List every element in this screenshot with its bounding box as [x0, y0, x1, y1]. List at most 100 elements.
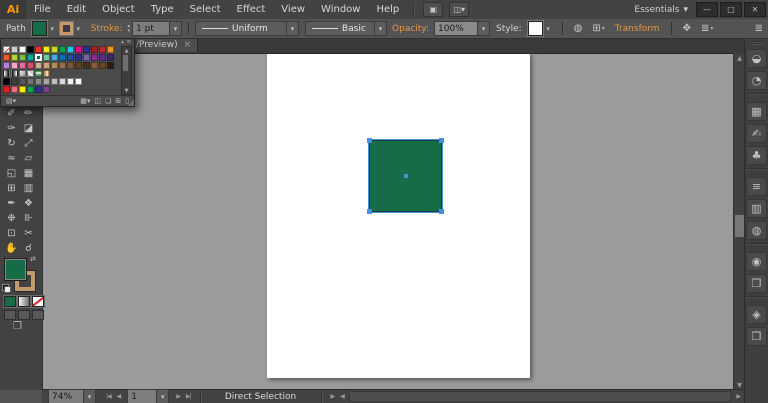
stroke-color-caret-icon[interactable]: ▾ — [74, 22, 83, 35]
color-panel-icon[interactable]: ◒ — [746, 49, 767, 68]
swatch[interactable] — [43, 54, 50, 61]
swatch[interactable] — [67, 54, 74, 61]
stroke-color-swatch[interactable] — [60, 22, 73, 35]
symbols-panel-icon[interactable]: ♣ — [746, 146, 767, 165]
swatch[interactable] — [3, 70, 10, 77]
swatch[interactable] — [3, 46, 10, 53]
swatch[interactable] — [35, 62, 42, 69]
pencil-tool[interactable]: ✏ — [20, 106, 37, 121]
swatch[interactable] — [59, 54, 66, 61]
swatch[interactable] — [75, 54, 82, 61]
default-fill-stroke-icon[interactable] — [2, 284, 11, 293]
gradient-tool[interactable]: ▥ — [20, 181, 37, 196]
swatch[interactable] — [99, 54, 106, 61]
gradient-panel-icon[interactable]: ▥ — [746, 199, 767, 218]
close-button[interactable]: ✕ — [744, 2, 766, 17]
opacity-caret-icon[interactable]: ▾ — [478, 21, 490, 36]
swatch[interactable] — [27, 46, 34, 53]
menu-help[interactable]: Help — [368, 0, 407, 19]
scroll-up-icon[interactable]: ▲ — [122, 47, 131, 54]
arrange-documents-icon[interactable]: ◫▾ — [449, 2, 469, 17]
selection-handle-bottom-left[interactable] — [367, 209, 372, 214]
control-panel-menu-icon[interactable]: ≣ — [755, 23, 763, 34]
hand-tool[interactable]: ✋ — [3, 241, 20, 256]
panel-menu-icon[interactable]: ≡ — [127, 39, 131, 45]
swatch[interactable] — [91, 46, 98, 53]
gradient-button[interactable] — [18, 296, 30, 307]
scroll-down-icon[interactable]: ▼ — [122, 87, 131, 94]
rotate-tool[interactable]: ↻ — [3, 136, 20, 151]
swatch[interactable] — [27, 70, 34, 77]
free-transform-tool[interactable]: ▱ — [20, 151, 37, 166]
swatch[interactable] — [107, 46, 114, 53]
swatch[interactable] — [83, 62, 90, 69]
bridge-icon[interactable]: ▣ — [423, 2, 443, 17]
transparency-panel-icon[interactable]: ◍ — [746, 221, 767, 240]
swatch[interactable] — [11, 70, 18, 77]
stroke-weight-field[interactable]: 1 pt — [132, 21, 170, 36]
swatch[interactable] — [59, 78, 66, 85]
color-guide-panel-icon[interactable]: ◔ — [746, 71, 767, 90]
width-profile-dropdown[interactable]: Uniform — [195, 21, 287, 36]
swatch-kinds-button[interactable]: ▦▾ — [78, 97, 92, 105]
artboard-number-field[interactable]: 1 — [127, 389, 157, 403]
stroke-weight-caret-icon[interactable]: ▾ — [170, 21, 182, 36]
maximize-button[interactable]: □ — [720, 2, 742, 17]
artboards-panel-icon[interactable]: ❐ — [746, 327, 767, 346]
document-tab[interactable]: /Preview) × — [130, 38, 198, 52]
new-swatch-button[interactable]: ⊞ — [113, 97, 123, 105]
swatch[interactable] — [51, 62, 58, 69]
swatch[interactable] — [51, 46, 58, 53]
swatch-libraries-button[interactable]: ▤▾ — [4, 97, 18, 105]
column-graph-tool[interactable]: ⊪ — [20, 211, 37, 226]
swatch[interactable] — [11, 46, 18, 53]
swatch[interactable] — [67, 46, 74, 53]
menu-file[interactable]: File — [26, 0, 59, 19]
slice-tool[interactable]: ✂ — [20, 226, 37, 241]
panel-resize-grip[interactable] — [127, 99, 134, 106]
swatch[interactable] — [19, 62, 26, 69]
menu-window[interactable]: Window — [313, 0, 368, 19]
hscroll-right-arrow-a[interactable]: ▶ — [328, 393, 338, 400]
swatch[interactable] — [43, 78, 50, 85]
swatch[interactable] — [19, 70, 26, 77]
draw-behind-button[interactable] — [18, 310, 30, 320]
stroke-panel-icon[interactable]: ≡ — [746, 177, 767, 196]
swatch[interactable] — [19, 46, 26, 53]
swatch[interactable] — [99, 62, 106, 69]
swatch[interactable] — [75, 78, 82, 85]
swatch-options-button[interactable]: ◫ — [92, 97, 103, 105]
transform-link[interactable]: Transform — [615, 24, 660, 34]
paintbrush-tool[interactable]: ✐ — [3, 106, 20, 121]
swatch[interactable] — [43, 46, 50, 53]
screen-mode-icon[interactable]: ❐ — [13, 321, 22, 332]
swatch[interactable] — [11, 54, 18, 61]
draw-inside-button[interactable] — [32, 310, 44, 320]
free-transform-icon[interactable]: ✥ — [683, 23, 691, 34]
previous-artboard-button[interactable]: ◀ — [114, 393, 124, 400]
swatch[interactable] — [3, 62, 10, 69]
menu-effect[interactable]: Effect — [229, 0, 274, 19]
swatch[interactable] — [27, 78, 34, 85]
close-tab-icon[interactable]: × — [184, 40, 192, 50]
fill-color-swatch[interactable] — [32, 21, 47, 36]
swatch[interactable] — [51, 78, 58, 85]
fill-color-caret-icon[interactable]: ▾ — [48, 22, 57, 35]
menu-edit[interactable]: Edit — [59, 0, 94, 19]
brush-definition-dropdown[interactable]: Basic — [305, 21, 375, 36]
eyedropper-tool[interactable]: ✒ — [3, 196, 20, 211]
swatch[interactable] — [83, 54, 90, 61]
none-button[interactable] — [32, 296, 44, 307]
selected-rectangle[interactable] — [369, 140, 442, 212]
layers-panel-icon[interactable]: ◈ — [746, 305, 767, 324]
swatch[interactable] — [43, 62, 50, 69]
minimize-button[interactable]: — — [696, 2, 718, 17]
swatch[interactable] — [27, 86, 34, 93]
swatch[interactable] — [19, 54, 26, 61]
swatches-scrollbar[interactable]: ▲ ▼ — [121, 46, 132, 95]
swatch[interactable] — [19, 86, 26, 93]
swatch[interactable] — [11, 86, 18, 93]
swatch[interactable] — [35, 78, 42, 85]
stroke-link[interactable]: Stroke: — [91, 24, 123, 34]
swatch[interactable] — [35, 86, 42, 93]
